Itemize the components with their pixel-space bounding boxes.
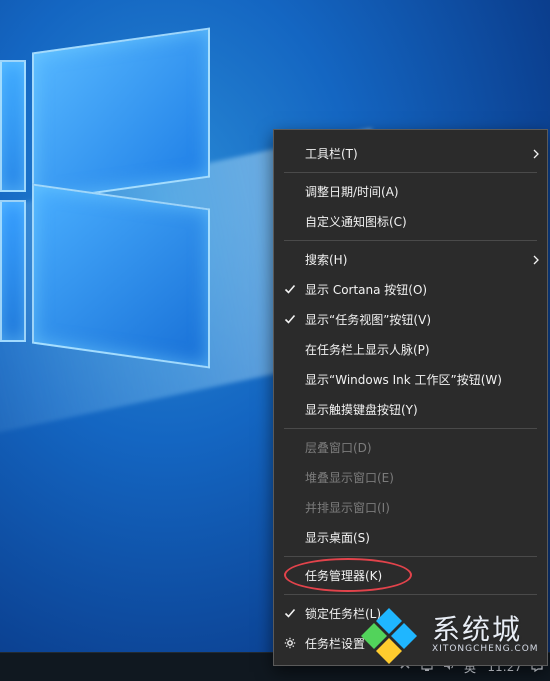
menu-separator: [284, 240, 537, 241]
menu-separator: [284, 172, 537, 173]
menu-item-label: 调整日期/时间(A): [305, 184, 399, 199]
menu-item-label: 锁定任务栏(L): [305, 606, 382, 621]
menu-separator: [284, 428, 537, 429]
menu-item-customize-notification-icons[interactable]: 自定义通知图标(C): [274, 206, 547, 236]
taskbar-context-menu[interactable]: 工具栏(T) 调整日期/时间(A) 自定义通知图标(C) 搜索(H) 显示 Co…: [273, 129, 548, 666]
menu-item-stack-windows: 堆叠显示窗口(E): [274, 462, 547, 492]
menu-item-show-touch-keyboard-button[interactable]: 显示触摸键盘按钮(Y): [274, 394, 547, 424]
menu-item-show-task-view-button[interactable]: 显示“任务视图”按钮(V): [274, 304, 547, 334]
menu-item-label: 显示 Cortana 按钮(O): [305, 282, 428, 297]
menu-item-label: 显示“Windows Ink 工作区”按钮(W): [305, 372, 502, 387]
menu-item-lock-taskbar[interactable]: 锁定任务栏(L): [274, 598, 547, 628]
gear-icon: [284, 637, 296, 649]
menu-item-show-cortana-button[interactable]: 显示 Cortana 按钮(O): [274, 274, 547, 304]
menu-item-side-by-side-windows: 并排显示窗口(I): [274, 492, 547, 522]
chevron-right-icon: [531, 148, 541, 159]
menu-item-label: 自定义通知图标(C): [305, 214, 407, 229]
wallpaper-pane: [32, 27, 210, 203]
checkmark-icon: [284, 283, 296, 295]
wallpaper-pane: [0, 200, 26, 342]
menu-item-label: 显示桌面(S): [305, 530, 370, 545]
menu-item-label: 任务栏设置: [305, 636, 366, 651]
menu-item-label: 任务管理器(K): [305, 568, 383, 583]
menu-item-label: 工具栏(T): [305, 146, 358, 161]
menu-item-cascade-windows: 层叠窗口(D): [274, 432, 547, 462]
menu-item-search[interactable]: 搜索(H): [274, 244, 547, 274]
menu-item-label: 搜索(H): [305, 252, 348, 267]
checkmark-icon: [284, 313, 296, 325]
wallpaper-pane: [0, 60, 26, 192]
menu-item-show-desktop[interactable]: 显示桌面(S): [274, 522, 547, 552]
menu-item-label: 显示“任务视图”按钮(V): [305, 312, 432, 327]
menu-item-label: 堆叠显示窗口(E): [305, 470, 394, 485]
chevron-right-icon: [531, 254, 541, 265]
menu-item-label: 显示触摸键盘按钮(Y): [305, 402, 418, 417]
wallpaper-pane: [32, 183, 210, 369]
menu-item-label: 层叠窗口(D): [305, 440, 372, 455]
menu-separator: [284, 556, 537, 557]
menu-separator: [284, 594, 537, 595]
menu-item-label: 并排显示窗口(I): [305, 500, 390, 515]
menu-item-adjust-datetime[interactable]: 调整日期/时间(A): [274, 176, 547, 206]
menu-item-show-windows-ink-button[interactable]: 显示“Windows Ink 工作区”按钮(W): [274, 364, 547, 394]
menu-item-label: 在任务栏上显示人脉(P): [305, 342, 430, 357]
checkmark-icon: [284, 607, 296, 619]
menu-item-toolbars[interactable]: 工具栏(T): [274, 138, 547, 168]
menu-item-show-people-on-taskbar[interactable]: 在任务栏上显示人脉(P): [274, 334, 547, 364]
menu-item-task-manager[interactable]: 任务管理器(K): [274, 560, 547, 590]
menu-item-taskbar-settings[interactable]: 任务栏设置: [274, 628, 547, 658]
